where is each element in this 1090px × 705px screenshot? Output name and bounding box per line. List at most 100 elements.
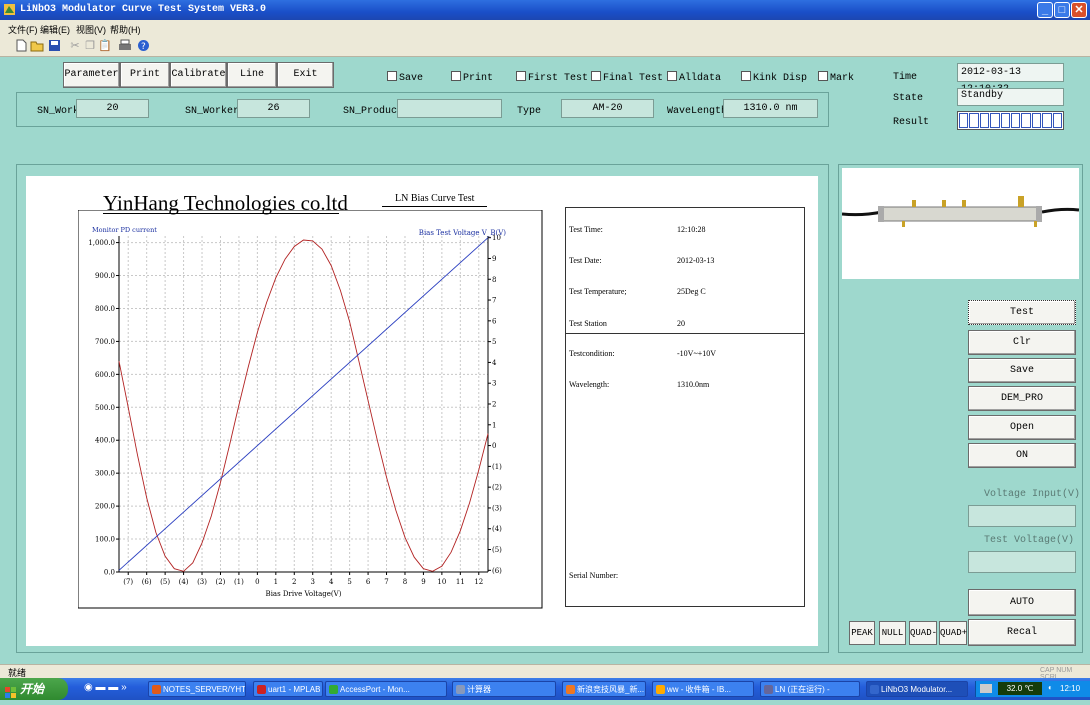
x-tick-label: 9 bbox=[421, 578, 425, 586]
copy-icon[interactable]: ❐ bbox=[83, 39, 97, 53]
sn-product-field[interactable] bbox=[397, 99, 502, 118]
save-icon[interactable] bbox=[47, 39, 61, 53]
taskbar-app-icon bbox=[656, 685, 665, 694]
start-button[interactable]: 开始 bbox=[0, 678, 68, 700]
y-left-tick-label: 200.0 bbox=[95, 503, 115, 511]
y-left-tick-label: 700.0 bbox=[95, 338, 115, 346]
minimize-button[interactable]: _ bbox=[1037, 2, 1053, 18]
taskbar-item[interactable]: 计算器 bbox=[452, 681, 556, 697]
type-field[interactable]: AM-20 bbox=[561, 99, 654, 118]
taskbar-item-label: 计算器 bbox=[467, 685, 491, 694]
null-button[interactable]: NULL bbox=[879, 621, 906, 645]
taskbar-app-icon bbox=[329, 685, 338, 694]
menu-edit[interactable]: 编辑(E) bbox=[40, 23, 70, 36]
taskbar-item[interactable]: LN (正在运行) - bbox=[760, 681, 860, 697]
help-icon[interactable]: ? bbox=[136, 39, 150, 53]
calibrate-button[interactable]: Calibrate bbox=[170, 62, 227, 88]
kink-disp-checkbox[interactable]: Kink Disp bbox=[741, 71, 807, 84]
parameter-button[interactable]: Parameter bbox=[63, 62, 120, 88]
y-right-tick-label: 2 bbox=[492, 401, 496, 409]
x-tick-label: (4) bbox=[179, 578, 189, 586]
menu-view[interactable]: 视图(V) bbox=[76, 23, 106, 36]
ie-icon[interactable]: ◉ bbox=[84, 682, 93, 693]
taskbar-item[interactable]: uart1 - MPLAB ID... bbox=[253, 681, 323, 697]
test-date-label: Test Date: bbox=[569, 256, 602, 265]
recal-button[interactable]: Recal bbox=[968, 619, 1076, 646]
test-station-label: Test Station bbox=[569, 319, 607, 328]
y-right-tick-label: 7 bbox=[492, 297, 496, 305]
chevron-icon[interactable]: » bbox=[121, 682, 127, 693]
alldata-checkbox[interactable]: Alldata bbox=[667, 71, 721, 84]
y-right-tick-label: 3 bbox=[492, 380, 496, 388]
bias-curve-chart: (7) (6) (5) (4) (3) (2) (1) 0 1 2 3 4 5 6 7 8 9 10 11 120.0… bbox=[78, 210, 543, 609]
quad-plus-button[interactable]: QUAD+ bbox=[939, 621, 967, 645]
line-button[interactable]: Line bbox=[227, 62, 277, 88]
close-button[interactable]: ✕ bbox=[1071, 2, 1087, 18]
result-segment bbox=[1011, 113, 1021, 128]
cut-icon[interactable]: ✂ bbox=[68, 39, 82, 53]
maximize-button[interactable]: □ bbox=[1054, 2, 1070, 18]
taskbar-item[interactable]: AccessPort - Mon... bbox=[325, 681, 447, 697]
clr-button[interactable]: Clr bbox=[968, 330, 1076, 355]
sn-worker-field[interactable]: 26 bbox=[237, 99, 310, 118]
voltage-input-field[interactable] bbox=[968, 505, 1076, 527]
taskbar-item[interactable]: ww - 收件箱 - IB... bbox=[652, 681, 754, 697]
tray-network-icon: ◐ bbox=[1048, 683, 1053, 692]
menu-bar: 文件(F) 编辑(E) 视图(V) 帮助(H) bbox=[0, 20, 1090, 37]
exit-button[interactable]: Exit bbox=[277, 62, 334, 88]
first-test-checkbox-label: First Test bbox=[528, 73, 589, 84]
auto-button[interactable]: AUTO bbox=[968, 589, 1076, 616]
save-checkbox[interactable]: Save bbox=[387, 71, 423, 84]
mark-checkbox[interactable]: Mark bbox=[818, 71, 854, 84]
peak-button[interactable]: PEAK bbox=[849, 621, 875, 645]
save-button[interactable]: Save bbox=[968, 358, 1076, 383]
mark-checkbox-label: Mark bbox=[830, 73, 855, 84]
final-test-checkbox[interactable]: Final Test bbox=[591, 71, 663, 84]
taskbar-item-label: NOTES_SERVER/YHT... bbox=[163, 685, 246, 694]
status-bar: 就绪 CAP NUM SCRL bbox=[0, 664, 1090, 681]
new-icon[interactable] bbox=[14, 39, 28, 53]
print-checkbox[interactable]: Print bbox=[451, 71, 493, 84]
test-condition-label: Testcondition: bbox=[569, 349, 615, 358]
quad-minus-button[interactable]: QUAD- bbox=[909, 621, 937, 645]
x-tick-label: (5) bbox=[160, 578, 170, 586]
sn-work-field[interactable]: 20 bbox=[76, 99, 149, 118]
title-bar: LiNbO3 Modulator Curve Test System VER3.… bbox=[0, 0, 1090, 20]
test-voltage-label: Test Voltage(V) bbox=[984, 535, 1075, 546]
y-right-axis-label: Bias Test Voltage V_B(V) bbox=[419, 229, 506, 237]
x-tick-label: 8 bbox=[403, 578, 407, 586]
on-button[interactable]: ON bbox=[968, 443, 1076, 468]
print-icon[interactable] bbox=[118, 39, 132, 53]
taskbar-item[interactable]: 新浪竞技风暴_新... bbox=[562, 681, 646, 697]
open-button[interactable]: Open bbox=[968, 415, 1076, 440]
bias-voltage-line bbox=[118, 237, 489, 571]
taskbar-app-icon bbox=[257, 685, 266, 694]
desktop-icon[interactable]: ▬ bbox=[108, 682, 118, 693]
open-icon[interactable] bbox=[30, 39, 44, 53]
svg-text:?: ? bbox=[141, 42, 146, 52]
menu-file[interactable]: 文件(F) bbox=[8, 23, 38, 36]
y-right-tick-label: (6) bbox=[492, 567, 502, 575]
wavelength-field[interactable]: 1310.0 nm bbox=[723, 99, 818, 118]
taskbar-item[interactable]: NOTES_SERVER/YHT... bbox=[148, 681, 246, 697]
x-tick-label: 1 bbox=[274, 578, 278, 586]
info-divider bbox=[566, 333, 804, 334]
paste-icon[interactable]: 📋 bbox=[98, 39, 112, 53]
folder-icon[interactable]: ▬ bbox=[96, 682, 106, 693]
print-checkbox-label: Print bbox=[463, 73, 494, 84]
taskbar-item-label: AccessPort - Mon... bbox=[340, 685, 410, 694]
print-button[interactable]: Print bbox=[120, 62, 170, 88]
taskbar-item[interactable]: LiNbO3 Modulator... bbox=[866, 681, 968, 697]
y-left-tick-label: 900.0 bbox=[95, 272, 115, 280]
report-title-underline bbox=[382, 206, 487, 207]
first-test-checkbox[interactable]: First Test bbox=[516, 71, 588, 84]
quick-launch: ◉ ▬ ▬ » bbox=[84, 682, 144, 696]
x-tick-label: 0 bbox=[255, 578, 259, 586]
test-button[interactable]: Test bbox=[968, 300, 1076, 325]
sn-worker-label: SN_Worker bbox=[185, 106, 240, 117]
y-right-tick-label: 9 bbox=[492, 255, 496, 263]
result-indicator bbox=[957, 111, 1064, 130]
type-label: Type bbox=[517, 106, 542, 117]
dem-pro-button[interactable]: DEM_PRO bbox=[968, 386, 1076, 411]
menu-help[interactable]: 帮助(H) bbox=[110, 23, 141, 36]
